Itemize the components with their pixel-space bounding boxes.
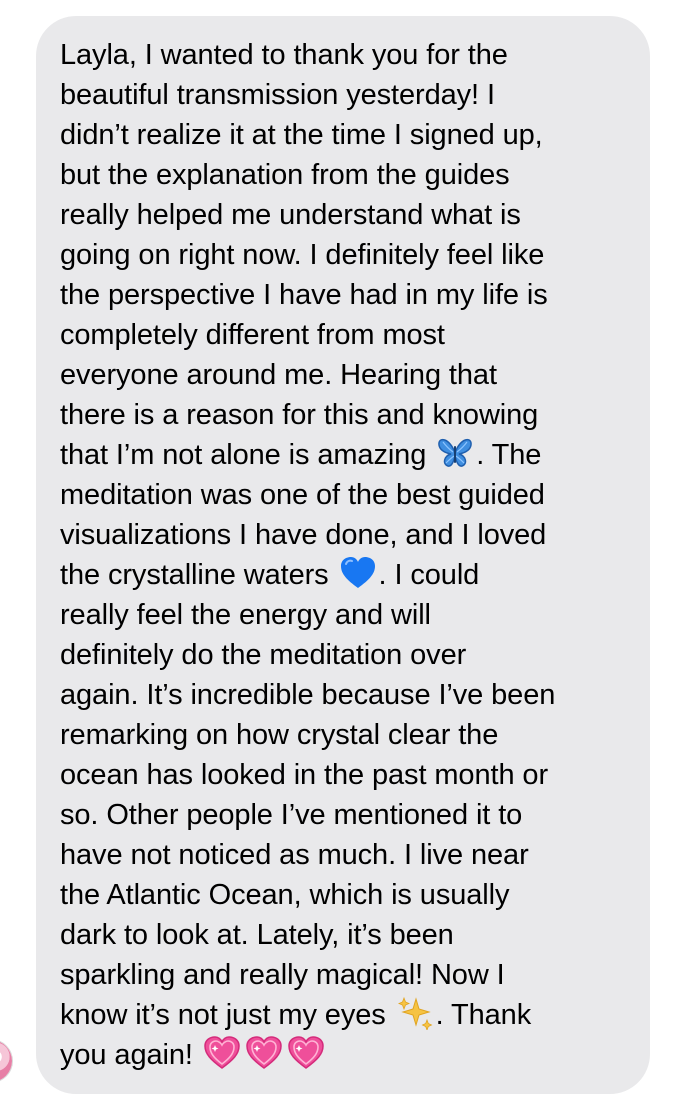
message-line: everyone around me. Hearing that bbox=[60, 359, 497, 391]
message-line: . Thank bbox=[435, 999, 532, 1031]
message-line: that I’m not alone is amazing bbox=[60, 439, 435, 471]
message-line: sparkling and really magical! Now I bbox=[60, 959, 505, 991]
message-line: the Atlantic Ocean, which is usually bbox=[60, 879, 510, 911]
message-line: but the explanation from the guides bbox=[60, 159, 510, 191]
message-line: have not noticed as much. I live near bbox=[60, 839, 529, 871]
message-line: completely different from most bbox=[60, 319, 445, 351]
message-line: there is a reason for this and knowing bbox=[60, 399, 539, 431]
sparkling-heart-icon bbox=[287, 1036, 325, 1070]
message-line: going on right now. I definitely feel li… bbox=[60, 239, 545, 271]
message-line: really feel the energy and will bbox=[60, 599, 431, 631]
message-line: the perspective I have had in my life is bbox=[60, 279, 548, 311]
message-line: didn’t realize it at the time I signed u… bbox=[60, 119, 543, 151]
message-line: meditation was one of the best guided bbox=[60, 479, 545, 511]
message-line: beautiful transmission yesterday! I bbox=[60, 79, 495, 111]
message-line: . I could bbox=[378, 559, 480, 591]
message-line: again. It’s incredible because I’ve been bbox=[60, 679, 556, 711]
message-line: remarking on how crystal clear the bbox=[60, 719, 499, 751]
conversation-view: Layla, I wanted to thank you for the bea… bbox=[0, 0, 676, 1102]
butterfly-icon bbox=[436, 436, 474, 470]
message-line: you again! bbox=[60, 1039, 201, 1071]
sparkles-icon bbox=[396, 996, 434, 1030]
blue-heart-icon bbox=[339, 556, 377, 590]
sparkling-heart-icon bbox=[203, 1036, 241, 1070]
message-line: visualizations I have done, and I loved bbox=[60, 519, 547, 551]
message-line: . The bbox=[476, 439, 542, 471]
message-line: dark to look at. Lately, it’s been bbox=[60, 919, 454, 951]
message-line: Layla, I wanted to thank you for the bbox=[60, 39, 508, 71]
message-line: definitely do the meditation over bbox=[60, 639, 467, 671]
message-line: know it’s not just my eyes bbox=[60, 999, 394, 1031]
message-line: really helped me understand what is bbox=[60, 199, 521, 231]
sparkling-heart-icon bbox=[245, 1036, 283, 1070]
message-line: the crystalline waters bbox=[60, 559, 337, 591]
message-line: ocean has looked in the past month or bbox=[60, 759, 549, 791]
avatar[interactable] bbox=[0, 1040, 12, 1082]
message-line: so. Other people I’ve mentioned it to bbox=[60, 799, 523, 831]
message-text: Layla, I wanted to thank you for the bea… bbox=[60, 35, 640, 1075]
